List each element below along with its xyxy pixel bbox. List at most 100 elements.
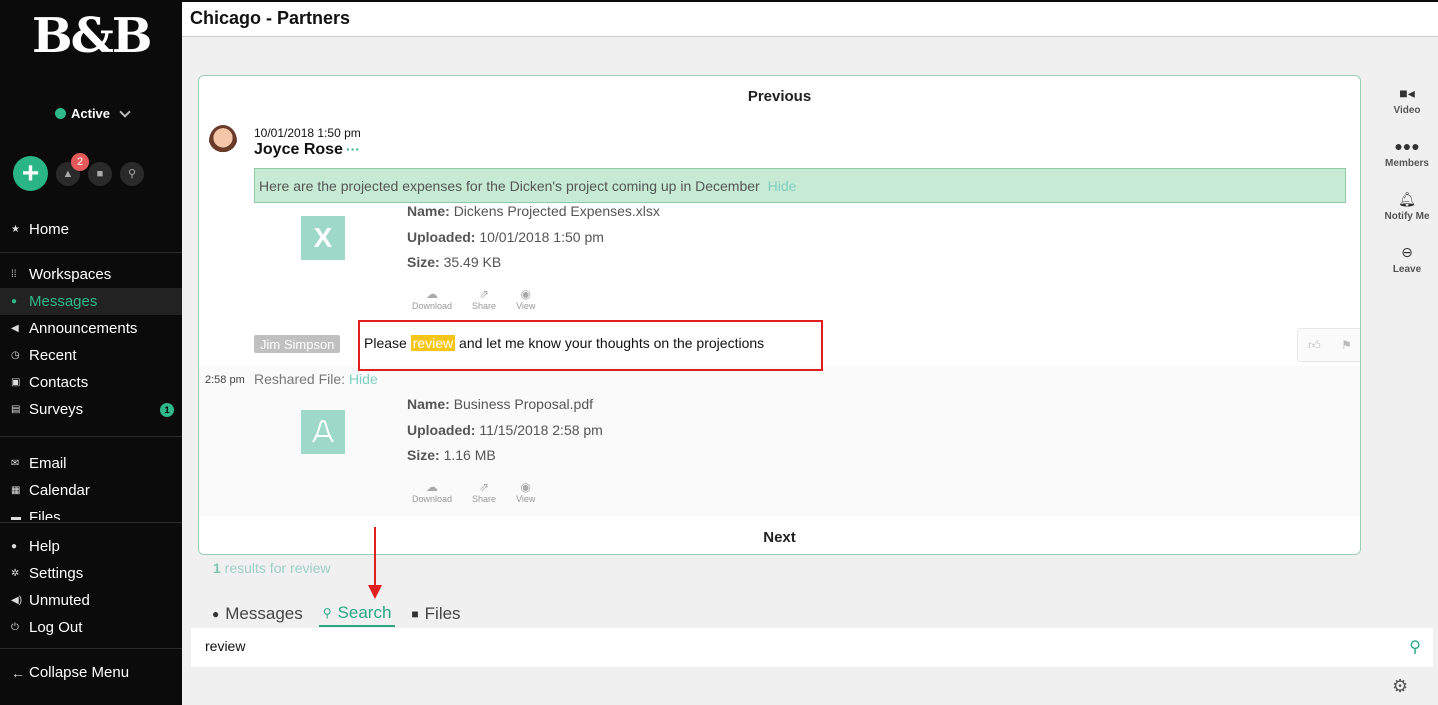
file-meta: Name: Business Proposal.pdf Uploaded: 11…: [407, 396, 603, 463]
contacts-icon: ▣: [11, 377, 21, 388]
gear-icon: ✲: [11, 568, 20, 579]
search-icon: ⚲: [127, 168, 137, 180]
file-meta: Name: Dickens Projected Expenses.xlsx Up…: [407, 203, 660, 270]
share-button[interactable]: ⇗ Share: [472, 480, 496, 504]
members-button[interactable]: ●●● Members: [1376, 138, 1438, 169]
status-dot-icon: [55, 108, 66, 119]
search-icon[interactable]: ⚲: [1409, 637, 1421, 657]
envelope-icon: ✉: [11, 458, 20, 469]
nav-bottom: ● Help ✲ Settings ◀) Unmuted ⏻ Log Out: [0, 533, 182, 641]
reshared-label: Reshared File: Hide: [254, 371, 378, 387]
bottom-tabs: ● Messages ⚲ Search ■ Files: [208, 603, 465, 627]
new-item-button[interactable]: +: [13, 156, 48, 191]
members-icon: ●●●: [1394, 138, 1420, 154]
nav-primary: ★ Home: [0, 216, 182, 243]
sidebar-item-announcements[interactable]: ◀ Announcements: [0, 315, 182, 342]
page-title: Chicago - Partners: [190, 8, 351, 28]
tab-files[interactable]: ■ Files: [407, 603, 464, 627]
leave-button[interactable]: ⊖ Leave: [1376, 244, 1438, 275]
sidebar-item-surveys[interactable]: ▤ Surveys 1: [0, 396, 182, 423]
clock-icon: ◷: [11, 350, 20, 361]
video-button[interactable]: ■◂ Video: [1376, 85, 1438, 116]
sidebar-item-settings[interactable]: ✲ Settings: [0, 560, 182, 587]
cloud-download-icon: ☁: [426, 480, 439, 494]
leave-icon: ⊖: [1401, 244, 1413, 260]
power-icon: ⏻: [11, 622, 19, 633]
download-button[interactable]: ☁ Download: [412, 480, 452, 504]
message-reactions: 👍︎ ⚑: [1297, 328, 1360, 362]
info-icon: ●: [11, 541, 18, 552]
message-body: Here are the projected expenses for the …: [254, 168, 1346, 203]
share-icon: ⇗: [479, 287, 490, 301]
clipboard-icon: ▤: [11, 404, 21, 415]
sidebar-item-logout[interactable]: ⏻ Log Out: [0, 614, 182, 641]
eye-icon: ◉: [520, 480, 531, 494]
pdf-file-icon: [301, 410, 345, 454]
sidebar-item-recent[interactable]: ◷ Recent: [0, 342, 182, 369]
collapse-menu-button[interactable]: ← Collapse Menu: [0, 659, 182, 686]
speaker-icon: ◀): [11, 595, 23, 606]
grid-icon: ⁞⁞: [11, 269, 17, 280]
view-button[interactable]: ◉ View: [516, 480, 535, 504]
search-input[interactable]: [205, 638, 1305, 654]
previous-button[interactable]: Previous: [199, 88, 1360, 105]
sidebar-item-contacts[interactable]: ▣ Contacts: [0, 369, 182, 396]
star-icon: ★: [11, 224, 20, 235]
sidebar-item-unmuted[interactable]: ◀) Unmuted: [0, 587, 182, 614]
sidebar-item-files[interactable]: ▬ Files: [0, 504, 182, 520]
author-tag: Jim Simpson: [254, 335, 341, 353]
sidebar-item-email[interactable]: ✉ Email: [0, 450, 182, 477]
eye-icon: ◉: [520, 287, 531, 301]
chat-icon: ●: [212, 607, 220, 621]
download-button[interactable]: ☁ Download: [412, 287, 452, 311]
search-button[interactable]: ⚲: [120, 161, 144, 186]
status-selector[interactable]: Active: [55, 105, 131, 121]
gear-icon[interactable]: ⚙: [1392, 676, 1408, 697]
tab-search[interactable]: ⚲ Search: [318, 603, 396, 627]
view-button[interactable]: ◉ View: [516, 287, 535, 311]
folder-icon: ■: [411, 607, 419, 621]
search-icon: ⚲: [322, 606, 332, 620]
status-label: Active: [71, 106, 111, 121]
annotation-arrow-head: [368, 585, 382, 599]
sidebar-item-messages[interactable]: ● Messages: [0, 288, 182, 315]
nav-tools: ✉ Email ▦ Calendar ▬ Files: [0, 450, 182, 520]
notify-me-button[interactable]: 🔔︎ Notify Me: [1376, 191, 1438, 222]
calendar-icon: ▦: [11, 485, 21, 496]
avatar: [209, 125, 237, 157]
thumbs-up-icon[interactable]: 👍︎: [1308, 338, 1321, 353]
surveys-badge: 1: [160, 403, 174, 417]
cloud-download-icon: ☁: [426, 287, 439, 301]
quick-actions: + ▲ 2 ■ ⚲: [13, 152, 144, 191]
tab-messages[interactable]: ● Messages: [208, 603, 307, 627]
sidebar-item-home[interactable]: ★ Home: [0, 216, 182, 243]
search-bar: ⚲: [191, 628, 1433, 667]
reshared-section: [199, 366, 1360, 516]
hide-link[interactable]: Hide: [768, 178, 797, 194]
author-menu-icon[interactable]: ···: [346, 141, 360, 157]
megaphone-icon: ◀: [11, 323, 19, 334]
nav-main: ⁞⁞ Workspaces ● Messages ◀ Announcements ◷ R…: [0, 261, 182, 423]
nav-collapse: ← Collapse Menu: [0, 659, 182, 686]
sidebar-item-calendar[interactable]: ▦ Calendar: [0, 477, 182, 504]
video-call-button[interactable]: ■: [88, 161, 112, 186]
sidebar-item-help[interactable]: ● Help: [0, 533, 182, 560]
sidebar-item-workspaces[interactable]: ⁞⁞ Workspaces: [0, 261, 182, 288]
message-timestamp: 10/01/2018 1:50 pm: [254, 126, 361, 140]
flag-icon[interactable]: ⚑: [1341, 338, 1352, 352]
reshared-time: 2:58 pm: [205, 374, 245, 386]
search-results-panel: Previous 10/01/2018 1:50 pm Joyce Rose ··…: [198, 75, 1361, 555]
hide-link[interactable]: Hide: [349, 371, 378, 387]
alerts-button[interactable]: ▲ 2: [56, 152, 89, 186]
chat-icon: ●: [11, 296, 18, 307]
share-button[interactable]: ⇗ Share: [472, 287, 496, 311]
chevron-down-icon: [119, 105, 131, 118]
video-icon: ■◂: [1399, 85, 1415, 101]
file-actions: ☁ Download ⇗ Share ◉ View: [412, 480, 535, 504]
results-count: 1 results for review: [213, 560, 331, 576]
share-icon: ⇗: [479, 480, 490, 494]
channel-actions-rail: ■◂ Video ●●● Members 🔔︎ Notify Me ⊖ Leav…: [1376, 85, 1438, 297]
message-author: Joyce Rose ···: [254, 141, 360, 158]
channel-header: Chicago - Partners: [182, 0, 1438, 37]
folder-icon: ▬: [11, 512, 21, 520]
